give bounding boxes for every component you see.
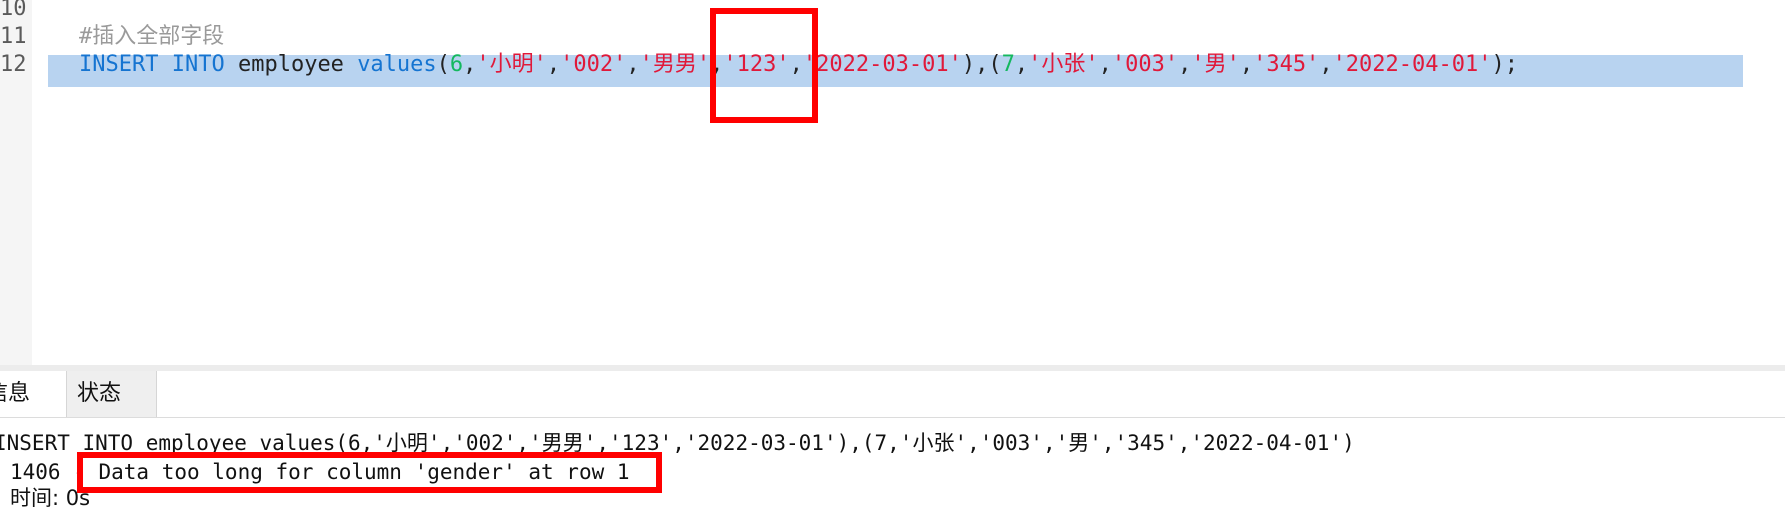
tab-status[interactable]: 状态	[67, 371, 157, 417]
string-literal-gender: '男男'	[639, 52, 711, 77]
line-number: 12	[0, 52, 27, 77]
string-literal: '2022-03-01'	[802, 52, 962, 77]
keyword: values	[357, 52, 437, 77]
string-literal: '男'	[1191, 52, 1240, 77]
punct: ,	[1239, 52, 1254, 77]
punct: ,	[1098, 52, 1112, 77]
string-literal: '小张'	[1028, 52, 1099, 77]
sql-editor[interactable]: 10 11 12 #插入全部字段 INSERT INTO employee va…	[0, 0, 1785, 365]
punct: ,	[1014, 52, 1029, 77]
string-literal: '345'	[1253, 52, 1320, 77]
number-literal: 6	[449, 52, 464, 77]
annotation-box-gender-value	[710, 8, 818, 123]
number-literal: 7	[1001, 52, 1015, 77]
punct: ,	[1178, 52, 1192, 77]
annotation-box-error	[77, 452, 662, 493]
result-tab-bar: 信息 状态	[0, 371, 1785, 418]
string-literal: '2022-04-01'	[1332, 52, 1492, 77]
table-name: employee	[237, 52, 344, 77]
string-literal: '003'	[1111, 52, 1179, 77]
keyword: INSERT	[79, 52, 159, 77]
string-literal: '002'	[560, 52, 627, 77]
punct: ,	[1319, 52, 1333, 77]
line-number-gutter: 10 11 12	[0, 0, 32, 365]
punct: ),(	[961, 52, 1002, 77]
keyword: INTO	[171, 52, 225, 77]
punct: ,	[626, 52, 640, 77]
tab-info[interactable]: 信息	[0, 371, 67, 417]
punct: );	[1491, 52, 1519, 77]
punct: (	[436, 52, 450, 77]
punct: ,	[546, 52, 561, 77]
string-literal: '小明'	[476, 52, 547, 77]
punct: ,	[463, 52, 477, 77]
